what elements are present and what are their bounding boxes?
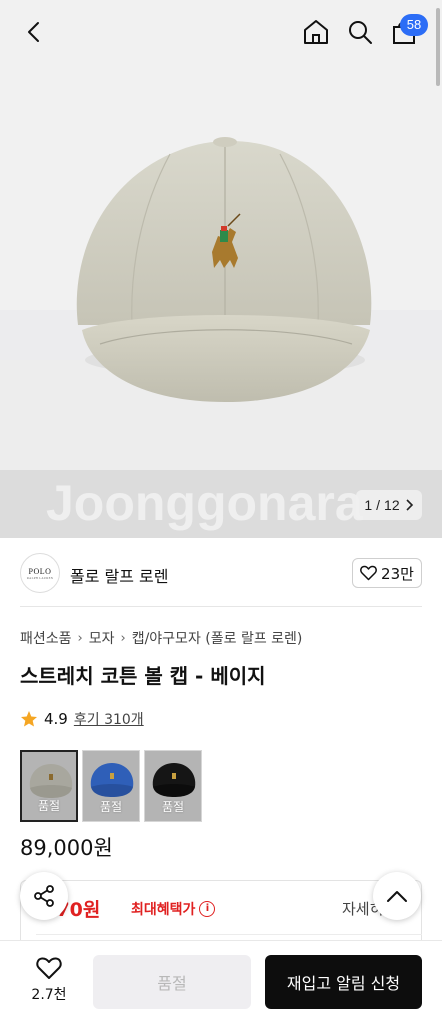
cart-count-badge: 58 (400, 14, 428, 36)
brand-like-count: 23만 (381, 564, 414, 583)
benefit-label-text: 최대혜택가 (131, 902, 196, 918)
divider (20, 606, 422, 607)
search-icon (349, 21, 372, 44)
image-counter-current: 1 (364, 497, 373, 513)
product-image-gallery[interactable]: Joonggonara 58 1 / 12 (0, 0, 442, 538)
brand-logo-subtext: RALPH LAUREN (26, 575, 54, 580)
cap-thumbnail-icon (152, 763, 196, 797)
brand-name[interactable]: 폴로 랄프 로렌 (70, 563, 169, 587)
scrollbar[interactable] (436, 8, 440, 86)
chevron-right-icon (406, 499, 413, 511)
restock-alert-button[interactable]: 재입고 알림 신청 (265, 955, 422, 1009)
back-button[interactable] (16, 14, 52, 50)
image-counter-separator: / (376, 497, 381, 513)
star-icon (21, 711, 37, 727)
color-options: 품절 품절 품절 (20, 750, 202, 822)
breadcrumb-item[interactable]: 패션소품 (20, 628, 72, 648)
benefit-label[interactable]: 최대혜택가 i (131, 899, 216, 919)
product-image (76, 137, 372, 402)
info-icon[interactable]: i (199, 901, 216, 917)
breadcrumb-item[interactable]: 모자 (89, 628, 115, 648)
share-icon (34, 885, 54, 907)
soldout-badge: 품절 (99, 800, 123, 814)
chevron-up-icon (387, 891, 407, 902)
cap-thumbnail-icon (29, 764, 73, 798)
divider (36, 934, 422, 935)
review-count-link[interactable]: 후기 310개 (74, 709, 144, 729)
brand-row[interactable]: POLO RALPH LAUREN 폴로 랄프 로렌 23만 (20, 553, 422, 593)
soldout-badge: 품절 (161, 800, 185, 814)
svg-text:Joonggonara: Joonggonara (46, 475, 364, 531)
scroll-top-button[interactable] (373, 872, 421, 920)
color-option-beige[interactable]: 품절 (20, 750, 78, 822)
brand-logo[interactable]: POLO RALPH LAUREN (20, 553, 60, 593)
share-button[interactable] (20, 872, 68, 920)
heart-icon (36, 957, 62, 979)
soldout-button[interactable]: 품절 (93, 955, 251, 1009)
watermark-logo: Joonggonara (46, 475, 364, 531)
brand-like-button[interactable]: 23만 (352, 558, 422, 588)
wishlist-button[interactable]: 2.7천 (24, 956, 74, 1004)
breadcrumb-item[interactable]: 캡/야구모자 (폴로 랄프 로렌) (132, 628, 303, 648)
home-button[interactable] (298, 14, 334, 50)
rating-value: 4.9 (44, 710, 68, 728)
chevron-left-icon (28, 22, 39, 42)
rating-row: 4.9 후기 310개 (20, 708, 144, 730)
product-price: 89,000원 (20, 836, 113, 860)
color-option-black[interactable]: 품절 (144, 750, 202, 822)
cap-thumbnail-icon (90, 763, 134, 797)
soldout-badge: 품절 (37, 799, 61, 813)
wishlist-count: 2.7천 (31, 987, 67, 1003)
chevron-right-icon: › (120, 630, 126, 646)
image-counter: 1 / 12 (356, 490, 422, 520)
search-button[interactable] (342, 14, 378, 50)
breadcrumb: 패션소품 › 모자 › 캡/야구모자 (폴로 랄프 로렌) (20, 628, 302, 648)
image-counter-total: 12 (384, 497, 400, 513)
product-title: 스트레치 코튼 볼 캡 - 베이지 (20, 664, 266, 688)
home-icon (304, 20, 328, 44)
heart-icon (360, 565, 377, 581)
color-option-blue[interactable]: 품절 (82, 750, 140, 822)
chevron-right-icon: › (77, 630, 83, 646)
brand-logo-text: POLO (28, 566, 52, 576)
